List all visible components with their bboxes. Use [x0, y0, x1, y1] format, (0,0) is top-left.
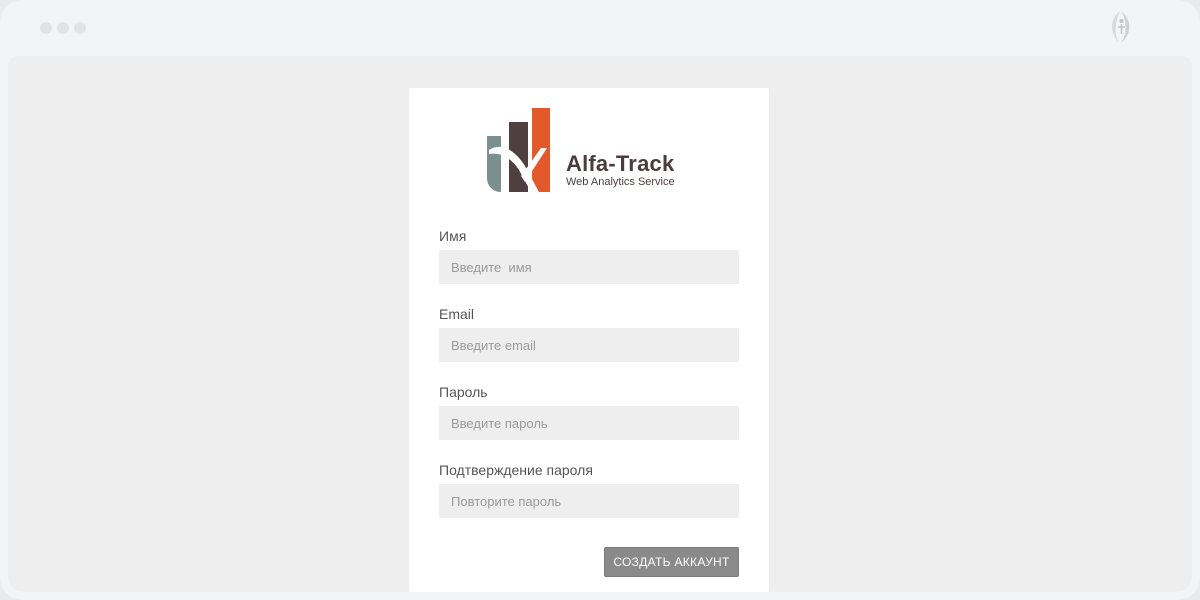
- browser-window: Alfa-Track Web Analytics Service Имя Ema…: [0, 0, 1200, 600]
- alfa-track-logo: Alfa-Track Web Analytics Service: [485, 106, 685, 196]
- brand-leaf-icon: [1112, 11, 1130, 43]
- window-dot-3[interactable]: [74, 22, 86, 34]
- logo-name: Alfa-Track: [566, 151, 675, 176]
- password-label: Пароль: [439, 384, 488, 400]
- password-input[interactable]: [439, 406, 739, 440]
- signup-card: Alfa-Track Web Analytics Service Имя Ema…: [409, 88, 769, 592]
- email-input[interactable]: [439, 328, 739, 362]
- window-dot-2[interactable]: [57, 22, 69, 34]
- logo-tagline: Web Analytics Service: [566, 176, 675, 188]
- window-dot-1[interactable]: [40, 22, 52, 34]
- email-label: Email: [439, 306, 475, 322]
- page-viewport: Alfa-Track Web Analytics Service Имя Ema…: [8, 56, 1192, 592]
- title-bar: [0, 0, 1200, 56]
- confirm-password-label: Подтверждение пароля: [439, 462, 593, 478]
- confirm-password-input[interactable]: [439, 484, 739, 518]
- name-label: Имя: [439, 228, 467, 244]
- window-controls: [40, 22, 86, 34]
- name-input[interactable]: [439, 250, 739, 284]
- create-account-button[interactable]: СОЗДАТЬ АККАУНТ: [604, 547, 739, 577]
